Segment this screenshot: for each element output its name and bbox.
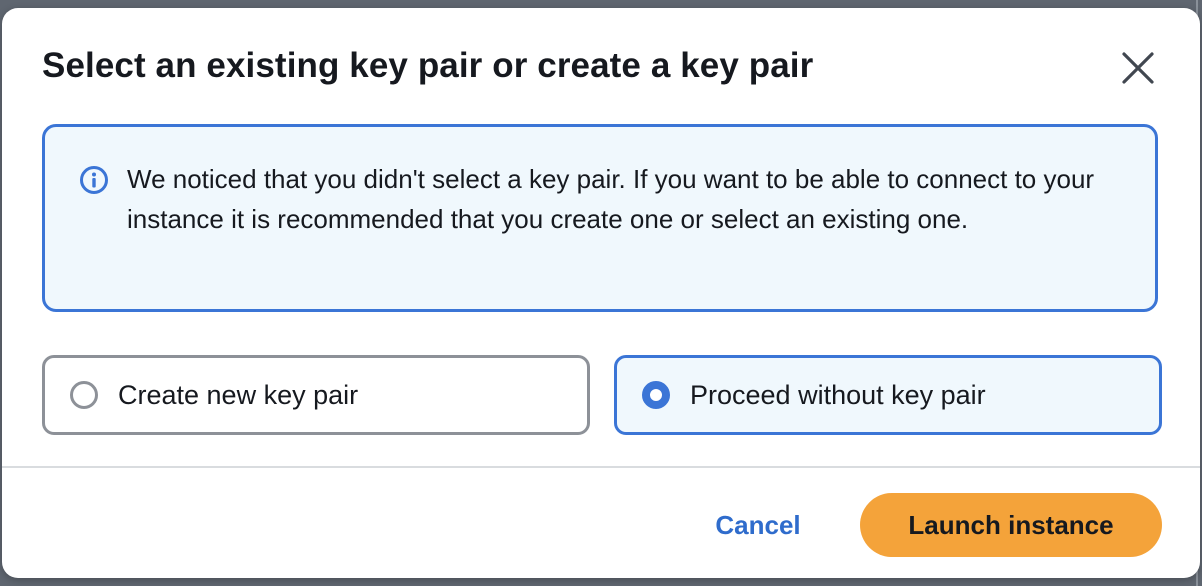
- key-pair-dialog: Select an existing key pair or create a …: [2, 8, 1200, 578]
- option-proceed-without-key-pair[interactable]: Proceed without key pair: [614, 355, 1162, 435]
- close-button[interactable]: [1116, 46, 1160, 90]
- option-label: Create new key pair: [118, 380, 359, 410]
- footer-divider: [2, 466, 1200, 468]
- cancel-button[interactable]: Cancel: [702, 500, 814, 550]
- launch-instance-button[interactable]: Launch instance: [860, 493, 1162, 557]
- alert-message: We noticed that you didn't select a key …: [127, 164, 1095, 234]
- dialog-title: Select an existing key pair or create a …: [42, 46, 814, 85]
- close-icon: [1122, 52, 1154, 84]
- option-create-new-key-pair[interactable]: Create new key pair: [42, 355, 590, 435]
- radio-proceed-without-key-pair[interactable]: [642, 381, 670, 409]
- radio-create-new-key-pair[interactable]: [70, 381, 98, 409]
- option-label: Proceed without key pair: [690, 380, 986, 410]
- info-icon: [80, 166, 108, 194]
- info-alert: We noticed that you didn't select a key …: [42, 124, 1158, 312]
